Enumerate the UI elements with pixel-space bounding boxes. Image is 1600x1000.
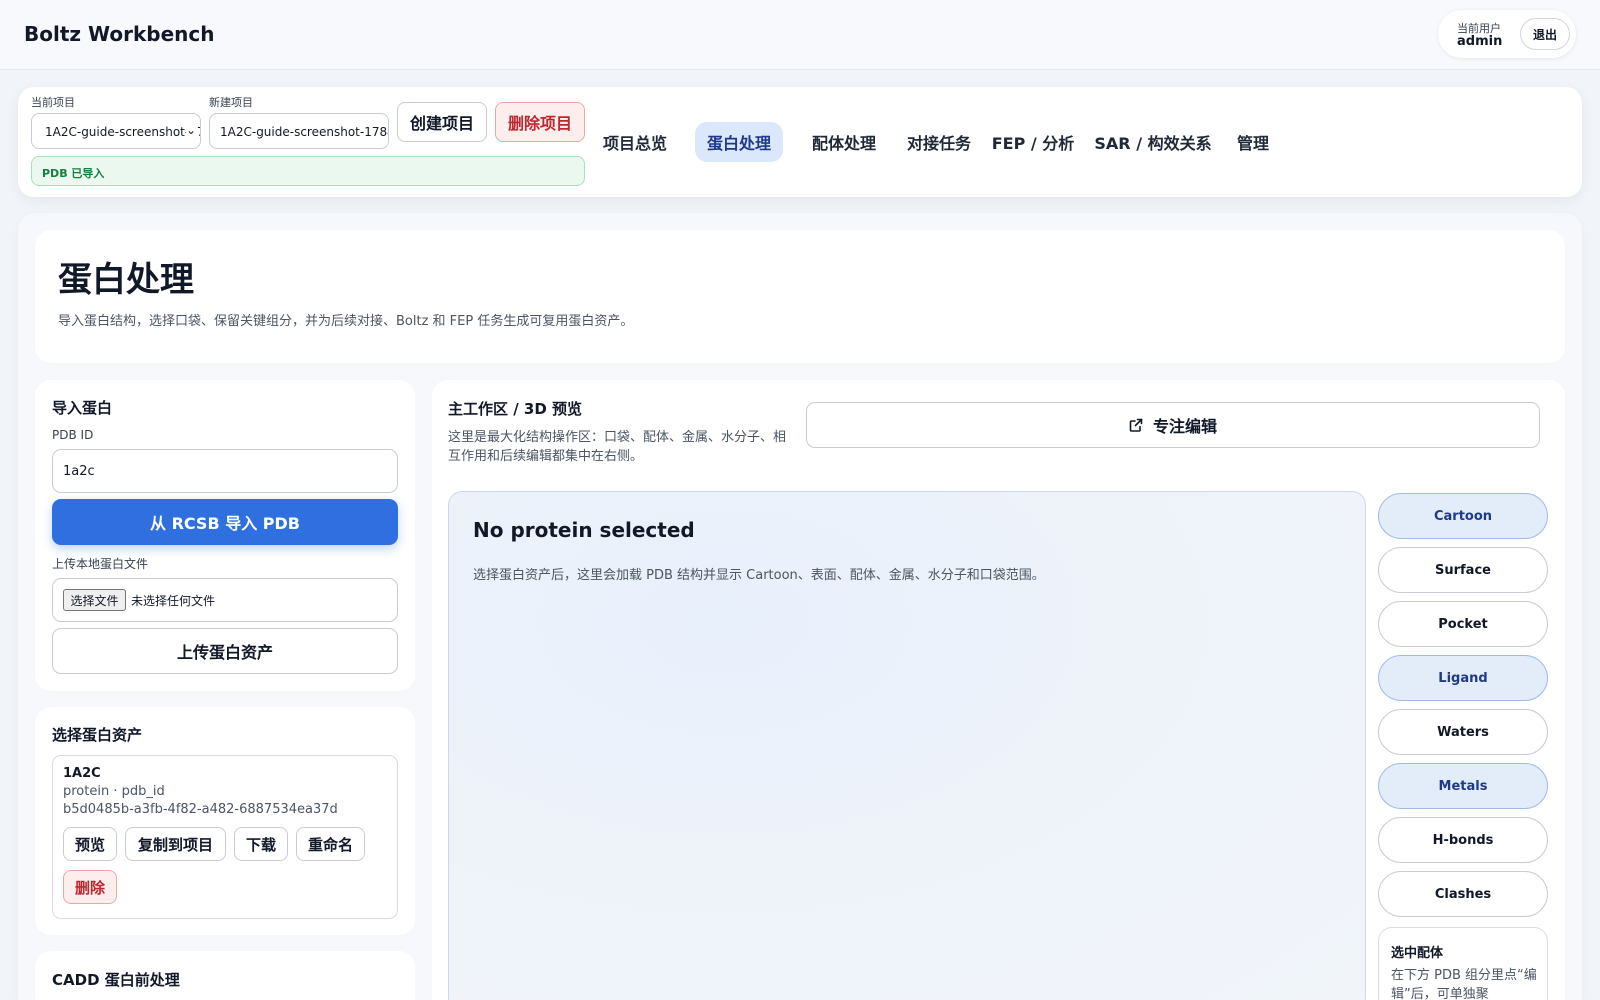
- toggle-cartoon[interactable]: Cartoon: [1378, 493, 1548, 539]
- asset-id: b5d0485b-a3fb-4f82-a482-6887534ea37d: [63, 802, 338, 817]
- file-picker: 选择文件 未选择任何文件: [52, 578, 398, 622]
- user-box: 当前用户 admin 退出: [1438, 10, 1576, 58]
- viewer-description: 选择蛋白资产后，这里会加载 PDB 结构并显示 Cartoon、表面、配体、金属…: [473, 568, 1045, 583]
- tab-protein-processing[interactable]: 蛋白处理: [695, 122, 783, 162]
- tab-project-overview[interactable]: 项目总览: [595, 122, 675, 162]
- top-bar: Boltz Workbench 当前用户 admin 退出: [0, 0, 1600, 70]
- toggle-waters[interactable]: Waters: [1378, 709, 1548, 755]
- workspace-card: 主工作区 / 3D 预览 这里是最大化结构操作区：口袋、配体、金属、水分子、相互…: [432, 380, 1565, 1000]
- choose-file-button[interactable]: 选择文件: [63, 589, 126, 611]
- chevron-down-icon: ⌄: [185, 123, 196, 137]
- new-project-input[interactable]: 1A2C-guide-screenshot-1784: [209, 113, 389, 149]
- logout-button[interactable]: 退出: [1520, 18, 1570, 50]
- tab-sar[interactable]: SAR / 构效关系: [1093, 122, 1213, 162]
- pdb-status-badge: PDB 已导入: [31, 156, 585, 186]
- toggle-pocket[interactable]: Pocket: [1378, 601, 1548, 647]
- asset-card-title: 选择蛋白资产: [52, 726, 143, 744]
- download-button[interactable]: 下载: [234, 827, 288, 861]
- delete-asset-button[interactable]: 删除: [63, 870, 117, 904]
- selected-ligand-title: 选中配体: [1391, 946, 1444, 961]
- page-subtitle: 导入蛋白结构，选择口袋、保留关键组分，并为后续对接、Boltz 和 FEP 任务…: [58, 314, 634, 329]
- focus-edit-label: 专注编辑: [1152, 417, 1217, 436]
- workspace-description: 这里是最大化结构操作区：口袋、配体、金属、水分子、相互作用和后续编辑都集中在右侧…: [448, 430, 787, 464]
- toggle-ligand[interactable]: Ligand: [1378, 655, 1548, 701]
- delete-project-button[interactable]: 删除项目: [495, 102, 585, 142]
- user-name: admin: [1457, 34, 1503, 49]
- current-project-label: 当前项目: [31, 96, 75, 109]
- project-bar: 当前项目 1A2C-guide-screenshot-1784 ⌄ 新建项目 1…: [18, 87, 1582, 197]
- import-card-title: 导入蛋白: [52, 399, 113, 417]
- file-status: 未选择任何文件: [131, 594, 216, 608]
- list-item[interactable]: 1A2C protein · pdb_id b5d0485b-a3fb-4f82…: [52, 755, 398, 919]
- toggle-hbonds[interactable]: H-bonds: [1378, 817, 1548, 863]
- tab-ligand-processing[interactable]: 配体处理: [800, 122, 888, 162]
- protein-3d-viewer[interactable]: No protein selected 选择蛋白资产后，这里会加载 PDB 结构…: [448, 491, 1366, 1000]
- workspace-title: 主工作区 / 3D 预览: [448, 400, 583, 418]
- tab-docking-tasks[interactable]: 对接任务: [895, 122, 983, 162]
- cadd-card: CADD 蛋白前处理: [35, 951, 415, 1000]
- pdb-id-label: PDB ID: [52, 428, 94, 442]
- selected-ligand-desc: 在下方 PDB 组分里点“编辑”后，可单独聚: [1391, 968, 1537, 1000]
- copy-to-project-button[interactable]: 复制到项目: [125, 827, 226, 861]
- current-project-value: 1A2C-guide-screenshot-1784: [45, 125, 200, 139]
- focus-edit-button[interactable]: 专注编辑: [806, 402, 1540, 448]
- toggle-metals[interactable]: Metals: [1378, 763, 1548, 809]
- cadd-card-title: CADD 蛋白前处理: [52, 971, 180, 989]
- selected-ligand-card: 选中配体 在下方 PDB 组分里点“编辑”后，可单独聚: [1378, 927, 1548, 1000]
- pdb-id-input[interactable]: 1a2c: [52, 449, 398, 493]
- rename-button[interactable]: 重命名: [296, 827, 365, 861]
- page-title: 蛋白处理: [58, 260, 194, 300]
- app-title: Boltz Workbench: [24, 22, 215, 46]
- asset-name: 1A2C: [63, 766, 101, 781]
- tab-admin[interactable]: 管理: [1228, 122, 1278, 162]
- upload-protein-button[interactable]: 上传蛋白资产: [52, 628, 398, 674]
- new-project-label: 新建项目: [209, 96, 253, 109]
- external-link-icon: [1129, 418, 1143, 432]
- viewer-title: No protein selected: [473, 518, 695, 542]
- toggle-surface[interactable]: Surface: [1378, 547, 1548, 593]
- tab-fep-analysis[interactable]: FEP / 分析: [989, 122, 1077, 162]
- toggle-clashes[interactable]: Clashes: [1378, 871, 1548, 917]
- create-project-button[interactable]: 创建项目: [397, 102, 487, 142]
- import-protein-card: 导入蛋白 PDB ID 1a2c 从 RCSB 导入 PDB 上传本地蛋白文件 …: [35, 380, 415, 691]
- select-asset-card: 选择蛋白资产 1A2C protein · pdb_id b5d0485b-a3…: [35, 707, 415, 935]
- import-rcsb-button[interactable]: 从 RCSB 导入 PDB: [52, 499, 398, 545]
- upload-file-label: 上传本地蛋白文件: [52, 557, 149, 571]
- current-project-select[interactable]: 1A2C-guide-screenshot-1784 ⌄: [31, 113, 201, 149]
- asset-type: protein · pdb_id: [63, 784, 165, 799]
- preview-button[interactable]: 预览: [63, 827, 117, 861]
- page-header: 蛋白处理 导入蛋白结构，选择口袋、保留关键组分，并为后续对接、Boltz 和 F…: [35, 230, 1565, 363]
